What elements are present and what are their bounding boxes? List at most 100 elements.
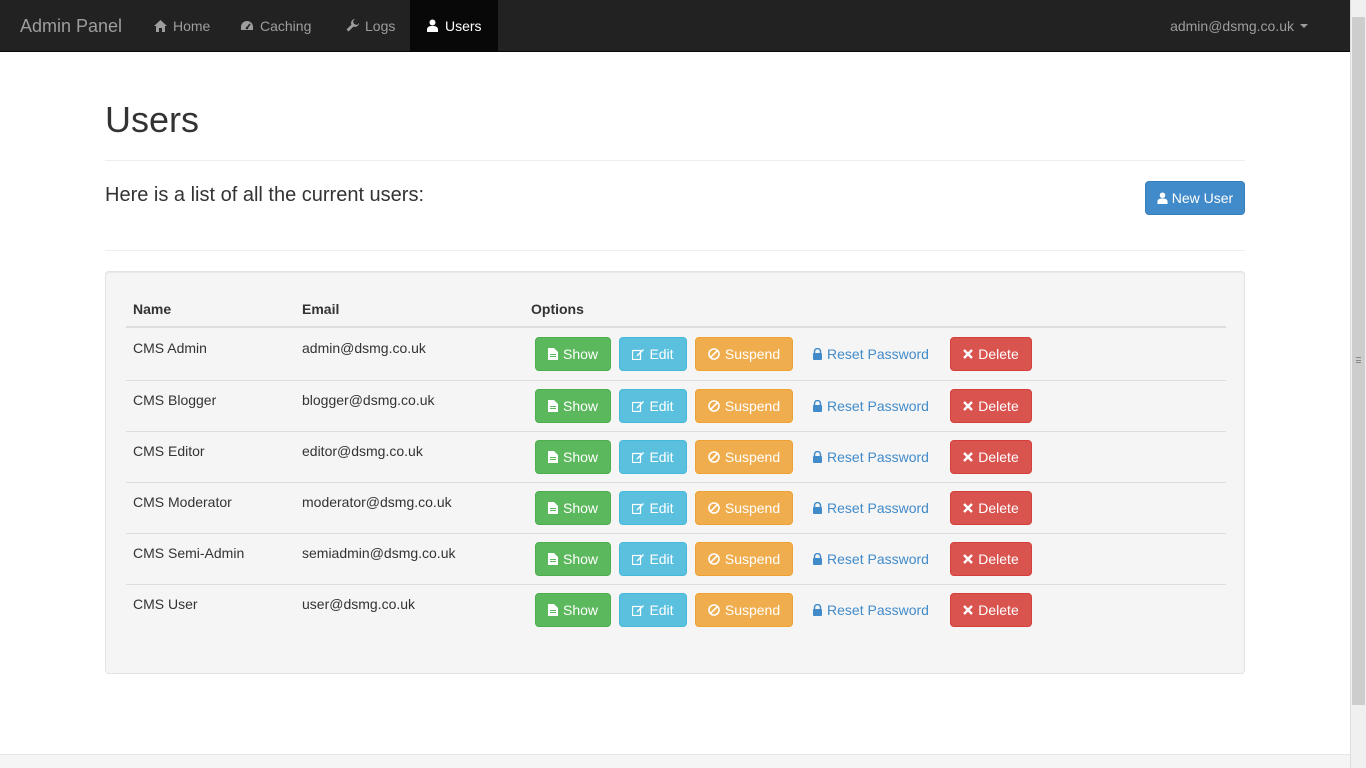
edit-label: Edit [649, 398, 674, 414]
edit-button[interactable]: Edit [619, 491, 687, 525]
vertical-scrollbar[interactable] [1350, 0, 1366, 768]
delete-label: Delete [978, 398, 1019, 414]
nav-item-caching[interactable]: Caching [225, 0, 326, 51]
chevron-down-icon [1300, 23, 1308, 28]
user-name-cell: CMS Moderator [133, 494, 232, 510]
lock-icon [813, 553, 823, 565]
delete-label: Delete [978, 551, 1019, 567]
delete-button[interactable]: Delete [950, 593, 1032, 627]
brand-link[interactable]: Admin Panel [20, 15, 122, 37]
file-icon [547, 348, 558, 360]
reset-password-label: Reset Password [827, 602, 929, 618]
reset-password-link[interactable]: Reset Password [806, 491, 936, 525]
users-table-panel: Name Email Options CMS Admin admin@dsmg.c… [105, 271, 1245, 674]
edit-label: Edit [649, 449, 674, 465]
status-bar [0, 754, 1350, 768]
file-icon [547, 451, 558, 463]
show-button[interactable]: Show [535, 337, 611, 371]
dashboard-icon [240, 19, 254, 33]
table-row: CMS User user@dsmg.co.uk Show Edit Suspend Re… [126, 584, 1226, 635]
divider [105, 160, 1245, 161]
edit-icon [632, 553, 645, 565]
table-row: CMS Moderator moderator@dsmg.co.uk Show Edi… [126, 482, 1226, 533]
user-dropdown[interactable]: admin@dsmg.co.uk [1170, 0, 1308, 51]
user-name-cell: CMS Blogger [133, 392, 217, 408]
grip-icon [1356, 357, 1361, 363]
suspend-button[interactable]: Suspend [695, 542, 793, 576]
column-header-options: Options [531, 301, 584, 317]
edit-button[interactable]: Edit [619, 440, 687, 474]
ban-icon [708, 348, 720, 360]
reset-password-link[interactable]: Reset Password [806, 542, 936, 576]
show-label: Show [562, 449, 599, 465]
delete-button[interactable]: Delete [950, 491, 1032, 525]
user-email-cell: moderator@dsmg.co.uk [302, 494, 452, 510]
reset-password-link[interactable]: Reset Password [806, 337, 936, 371]
reset-password-link[interactable]: Reset Password [806, 389, 936, 423]
edit-label: Edit [649, 602, 674, 618]
edit-button[interactable]: Edit [619, 389, 687, 423]
reset-password-link[interactable]: Reset Password [806, 593, 936, 627]
ban-icon [708, 553, 720, 565]
edit-label: Edit [649, 551, 674, 567]
show-label: Show [562, 551, 599, 567]
suspend-button[interactable]: Suspend [695, 389, 793, 423]
close-icon [963, 605, 974, 615]
show-label: Show [562, 500, 599, 516]
user-email-cell: blogger@dsmg.co.uk [302, 392, 435, 408]
show-label: Show [562, 346, 599, 362]
column-header-name: Name [133, 301, 172, 317]
user-email-cell: semiadmin@dsmg.co.uk [302, 545, 456, 561]
home-icon [153, 19, 167, 33]
edit-button[interactable]: Edit [619, 337, 687, 371]
suspend-button[interactable]: Suspend [695, 593, 793, 627]
file-icon [547, 553, 558, 565]
new-user-button[interactable]: New User [1145, 181, 1245, 215]
user-email-cell: user@dsmg.co.uk [302, 596, 416, 612]
nav-item-users[interactable]: Users [410, 0, 498, 51]
delete-button[interactable]: Delete [950, 389, 1032, 423]
delete-button[interactable]: Delete [950, 337, 1032, 371]
suspend-label: Suspend [724, 602, 781, 618]
reset-password-link[interactable]: Reset Password [806, 440, 936, 474]
lock-icon [813, 604, 823, 616]
edit-button[interactable]: Edit [619, 542, 687, 576]
edit-label: Edit [649, 346, 674, 362]
show-button[interactable]: Show [535, 491, 611, 525]
nav-item-logs[interactable]: Logs [330, 0, 410, 51]
file-icon [547, 400, 558, 412]
scroll-thumb[interactable] [1352, 17, 1365, 705]
suspend-label: Suspend [724, 346, 781, 362]
show-button[interactable]: Show [535, 440, 611, 474]
show-button[interactable]: Show [535, 593, 611, 627]
close-icon [963, 401, 974, 411]
user-icon [1157, 192, 1168, 204]
intro-text: Here is a list of all the current users: [105, 184, 425, 206]
close-icon [963, 554, 974, 564]
delete-label: Delete [978, 449, 1019, 465]
nav-item-label: Users [445, 17, 482, 34]
suspend-button[interactable]: Suspend [695, 337, 793, 371]
suspend-button[interactable]: Suspend [695, 440, 793, 474]
suspend-label: Suspend [724, 500, 781, 516]
reset-password-label: Reset Password [827, 398, 929, 414]
edit-button[interactable]: Edit [619, 593, 687, 627]
scroll-up-arrow[interactable] [1351, 0, 1366, 17]
column-header-email: Email [302, 301, 340, 317]
close-icon [963, 503, 974, 513]
edit-icon [632, 348, 645, 360]
reset-password-label: Reset Password [827, 346, 929, 362]
nav-item-home[interactable]: Home [138, 0, 225, 51]
show-button[interactable]: Show [535, 542, 611, 576]
user-email-cell: admin@dsmg.co.uk [302, 340, 426, 356]
show-button[interactable]: Show [535, 389, 611, 423]
reset-password-label: Reset Password [827, 500, 929, 516]
suspend-label: Suspend [724, 449, 781, 465]
page-title: Users [105, 99, 200, 140]
delete-button[interactable]: Delete [950, 542, 1032, 576]
delete-button[interactable]: Delete [950, 440, 1032, 474]
table-row: CMS Blogger blogger@dsmg.co.uk Show Edit Sus… [126, 380, 1226, 431]
suspend-label: Suspend [724, 398, 781, 414]
suspend-button[interactable]: Suspend [695, 491, 793, 525]
top-navbar: Admin Panel Home Caching Logs Users admi… [0, 0, 1350, 52]
